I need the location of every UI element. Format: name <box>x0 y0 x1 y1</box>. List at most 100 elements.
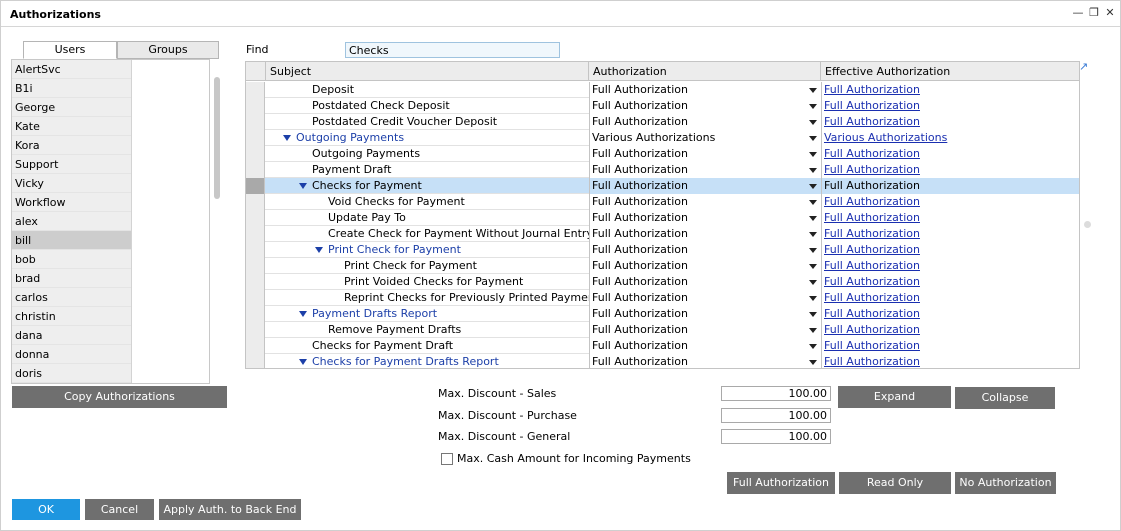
row-header[interactable] <box>246 194 265 210</box>
collapse-triangle-icon[interactable] <box>299 183 307 189</box>
dropdown-arrow-icon[interactable] <box>809 216 817 221</box>
effective-authorization-link[interactable]: Full Authorization <box>821 82 1079 98</box>
discount-purchase-field[interactable] <box>721 408 831 423</box>
effective-authorization-link[interactable]: Full Authorization <box>821 194 1079 210</box>
row-header[interactable] <box>246 274 265 290</box>
row-header[interactable] <box>246 322 265 338</box>
dropdown-arrow-icon[interactable] <box>809 232 817 237</box>
row-header[interactable] <box>246 210 265 226</box>
authorization-select[interactable]: Full Authorization <box>589 194 821 210</box>
user-list-item[interactable]: AlertSvc <box>12 60 131 79</box>
authorization-select[interactable]: Full Authorization <box>589 354 821 368</box>
row-header[interactable] <box>246 178 265 194</box>
grid-row[interactable]: Reprint Checks for Previously Printed Pa… <box>246 290 1079 306</box>
tab-groups[interactable]: Groups <box>117 41 219 59</box>
grid-row[interactable]: Print Check for Payment Full Authorizatio… <box>246 258 1079 274</box>
grid-row[interactable]: Create Check for Payment Without Journal… <box>246 226 1079 242</box>
effective-authorization-link[interactable]: Full Authorization <box>821 242 1079 258</box>
collapse-button[interactable]: Collapse <box>955 387 1055 409</box>
effective-authorization-link[interactable]: Full Authorization <box>821 226 1079 242</box>
row-header[interactable] <box>246 338 265 354</box>
find-input[interactable] <box>345 42 560 58</box>
grid-row[interactable]: Postdated Check Deposit Full Authorizatio… <box>246 98 1079 114</box>
cancel-button[interactable]: Cancel <box>85 499 154 520</box>
effective-authorization-link[interactable]: Full Authorization <box>821 322 1079 338</box>
grid-row[interactable]: Outgoing Payments Various Authorizations V… <box>246 130 1079 146</box>
grid-row[interactable]: Payment Draft Full Authorization Full Auth… <box>246 162 1079 178</box>
authorization-select[interactable]: Full Authorization <box>589 98 821 114</box>
effective-authorization-link[interactable]: Full Authorization <box>821 290 1079 306</box>
grid-row[interactable]: Print Voided Checks for Payment Full Auth… <box>246 274 1079 290</box>
dropdown-arrow-icon[interactable] <box>809 360 817 365</box>
user-list-scrollbar[interactable] <box>214 77 220 199</box>
dropdown-arrow-icon[interactable] <box>809 168 817 173</box>
dropdown-arrow-icon[interactable] <box>809 328 817 333</box>
discount-general-field[interactable] <box>721 429 831 444</box>
authorization-select[interactable]: Full Authorization <box>589 274 821 290</box>
effective-authorization-link[interactable]: Full Authorization <box>821 258 1079 274</box>
effective-authorization-link[interactable]: Full Authorization <box>821 98 1079 114</box>
effective-authorization-link[interactable]: Full Authorization <box>821 306 1079 322</box>
minimize-icon[interactable]: — <box>1071 5 1085 21</box>
authorization-select[interactable]: Full Authorization <box>589 322 821 338</box>
collapse-triangle-icon[interactable] <box>315 247 323 253</box>
dropdown-arrow-icon[interactable] <box>809 120 817 125</box>
close-icon[interactable]: ✕ <box>1103 5 1117 21</box>
grid-row[interactable]: Void Checks for Payment Full Authorizatio… <box>246 194 1079 210</box>
user-list-item[interactable]: bob <box>12 250 131 269</box>
effective-authorization-link[interactable]: Full Authorization <box>821 338 1079 354</box>
dropdown-arrow-icon[interactable] <box>809 296 817 301</box>
grid-row[interactable]: Checks for Payment Draft Full Authorizati… <box>246 338 1079 354</box>
user-list-item[interactable]: doris <box>12 364 131 383</box>
row-header[interactable] <box>246 290 265 306</box>
grid-row[interactable]: Update Pay To Full Authorization Full Auth… <box>246 210 1079 226</box>
dropdown-arrow-icon[interactable] <box>809 280 817 285</box>
expand-grid-icon[interactable]: ↗ <box>1079 61 1091 73</box>
column-header-subject[interactable]: Subject <box>266 62 589 81</box>
user-list-item[interactable]: christin <box>12 307 131 326</box>
dropdown-arrow-icon[interactable] <box>809 184 817 189</box>
read-only-button[interactable]: Read Only <box>839 472 951 494</box>
dropdown-arrow-icon[interactable] <box>809 264 817 269</box>
grid-row[interactable]: Checks for Payment Full Authorization Full… <box>246 178 1079 194</box>
user-list-item[interactable]: Kora <box>12 136 131 155</box>
row-header[interactable] <box>246 146 265 162</box>
no-authorization-button[interactable]: No Authorization <box>955 472 1056 494</box>
effective-authorization-link[interactable]: Full Authorization <box>821 274 1079 290</box>
user-list-item[interactable]: alex <box>12 212 131 231</box>
grid-row[interactable]: Deposit Full Authorization Full Authorizat… <box>246 82 1079 98</box>
user-list-item[interactable]: Vicky <box>12 174 131 193</box>
user-list-item[interactable]: donna <box>12 345 131 364</box>
column-header-authorization[interactable]: Authorization <box>589 62 821 81</box>
user-list-item[interactable]: Support <box>12 155 131 174</box>
row-header[interactable] <box>246 130 265 146</box>
dropdown-arrow-icon[interactable] <box>809 248 817 253</box>
authorization-select[interactable]: Full Authorization <box>589 242 821 258</box>
row-header[interactable] <box>246 98 265 114</box>
user-list-item[interactable]: brad <box>12 269 131 288</box>
row-header[interactable] <box>246 354 265 368</box>
dropdown-arrow-icon[interactable] <box>809 344 817 349</box>
authorization-select[interactable]: Full Authorization <box>589 162 821 178</box>
authorization-select[interactable]: Full Authorization <box>589 178 821 194</box>
grid-row[interactable]: Print Check for Payment Full Authorizatio… <box>246 242 1079 258</box>
effective-authorization-link[interactable]: Full Authorization <box>821 114 1079 130</box>
row-header[interactable] <box>246 242 265 258</box>
grid-row[interactable]: Payment Drafts Report Full Authorization F… <box>246 306 1079 322</box>
dropdown-arrow-icon[interactable] <box>809 136 817 141</box>
effective-authorization-link[interactable]: Full Authorization <box>821 354 1079 368</box>
authorization-select[interactable]: Full Authorization <box>589 290 821 306</box>
user-list-item[interactable]: George <box>12 98 131 117</box>
restore-icon[interactable]: ❐ <box>1087 5 1101 21</box>
user-list-item[interactable]: bill <box>12 231 131 250</box>
authorization-select[interactable]: Various Authorizations <box>589 130 821 146</box>
dropdown-arrow-icon[interactable] <box>809 200 817 205</box>
user-list-item[interactable]: Kate <box>12 117 131 136</box>
collapse-triangle-icon[interactable] <box>283 135 291 141</box>
row-header[interactable] <box>246 114 265 130</box>
column-header-effective[interactable]: Effective Authorization <box>821 62 1079 81</box>
row-header[interactable] <box>246 306 265 322</box>
collapse-triangle-icon[interactable] <box>299 359 307 365</box>
row-header[interactable] <box>246 226 265 242</box>
authorization-select[interactable]: Full Authorization <box>589 306 821 322</box>
